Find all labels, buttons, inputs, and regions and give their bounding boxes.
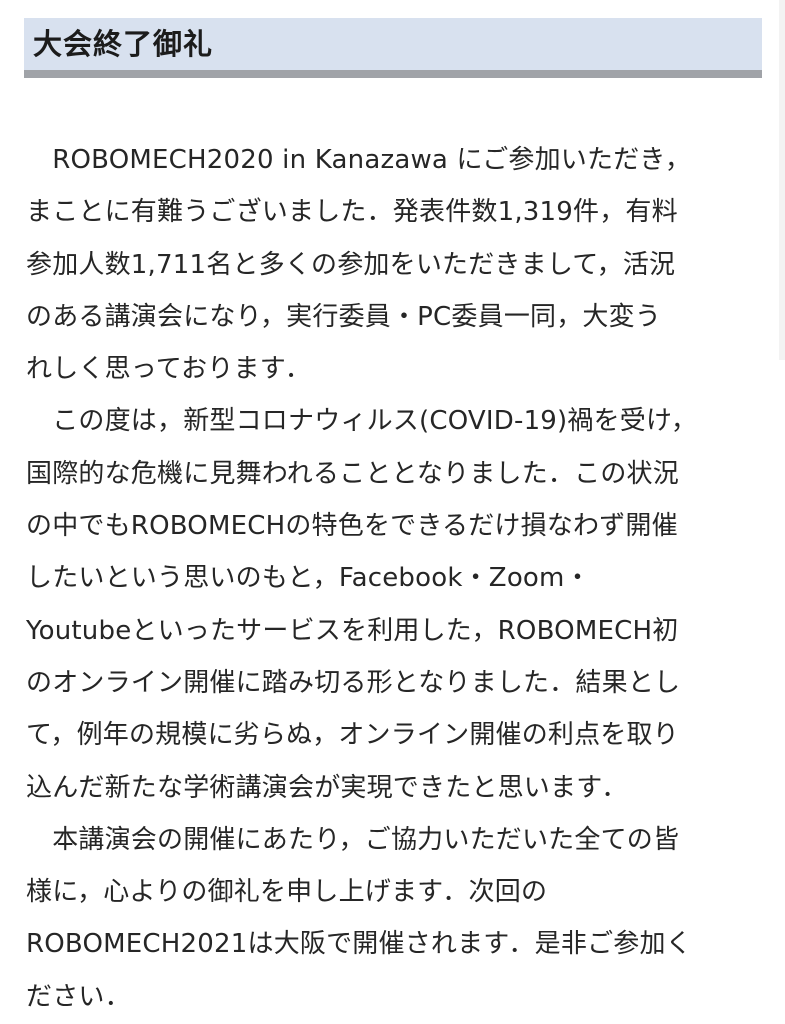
scroll-edge[interactable] xyxy=(779,0,785,360)
body-line: れしく思っております． xyxy=(26,354,312,385)
body-line: 様に，心よりの御礼を申し上げます．次回の xyxy=(26,877,548,908)
body-line: 本講演会の開催にあたり，ご協力いただいた全ての皆 xyxy=(26,824,680,855)
body-line: 参加人数1,711名と多くの参加をいただきまして，活況 xyxy=(26,249,676,280)
body-line: Youtubeといったサービスを利用した，ROBOMECH初 xyxy=(26,615,679,646)
message-body: ROBOMECH2020 in Kanazawa にご参加いただき， まことに有… xyxy=(26,134,766,1023)
body-line: 込んだ新たな学術講演会が実現できたと思います． xyxy=(26,772,628,803)
page: 大会終了御礼 ROBOMECH2020 in Kanazawa にご参加いただき… xyxy=(0,0,785,1024)
body-line: まことに有難うございました．発表件数1,319件，有料 xyxy=(26,197,678,228)
body-line: ROBOMECH2020 in Kanazawa にご参加いただき， xyxy=(26,145,692,175)
body-line: のオンライン開催に踏み切る形となりました．結果とし xyxy=(26,667,681,698)
body-line: のある講演会になり，実行委員・PC委員一同，大変う xyxy=(26,301,662,332)
body-line: て，例年の規模に劣らぬ，オンライン開催の利点を取り xyxy=(26,720,679,751)
body-line: ださい． xyxy=(26,981,131,1012)
body-line: 国際的な危機に見舞われることとなりました．この状況 xyxy=(26,458,679,489)
body-line: この度は，新型コロナウィルス(COVID-19)禍を受け， xyxy=(26,406,698,437)
body-line: の中でもROBOMECHの特色をできるだけ損なわず開催 xyxy=(26,511,678,542)
page-title: 大会終了御礼 xyxy=(33,27,214,61)
section-heading-bar: 大会終了御礼 xyxy=(24,18,762,78)
body-line: ROBOMECH2021は大阪で開催されます．是非ご参加く xyxy=(26,929,692,960)
body-line: したいという思いのもと，Facebook・Zoom・ xyxy=(26,563,591,594)
